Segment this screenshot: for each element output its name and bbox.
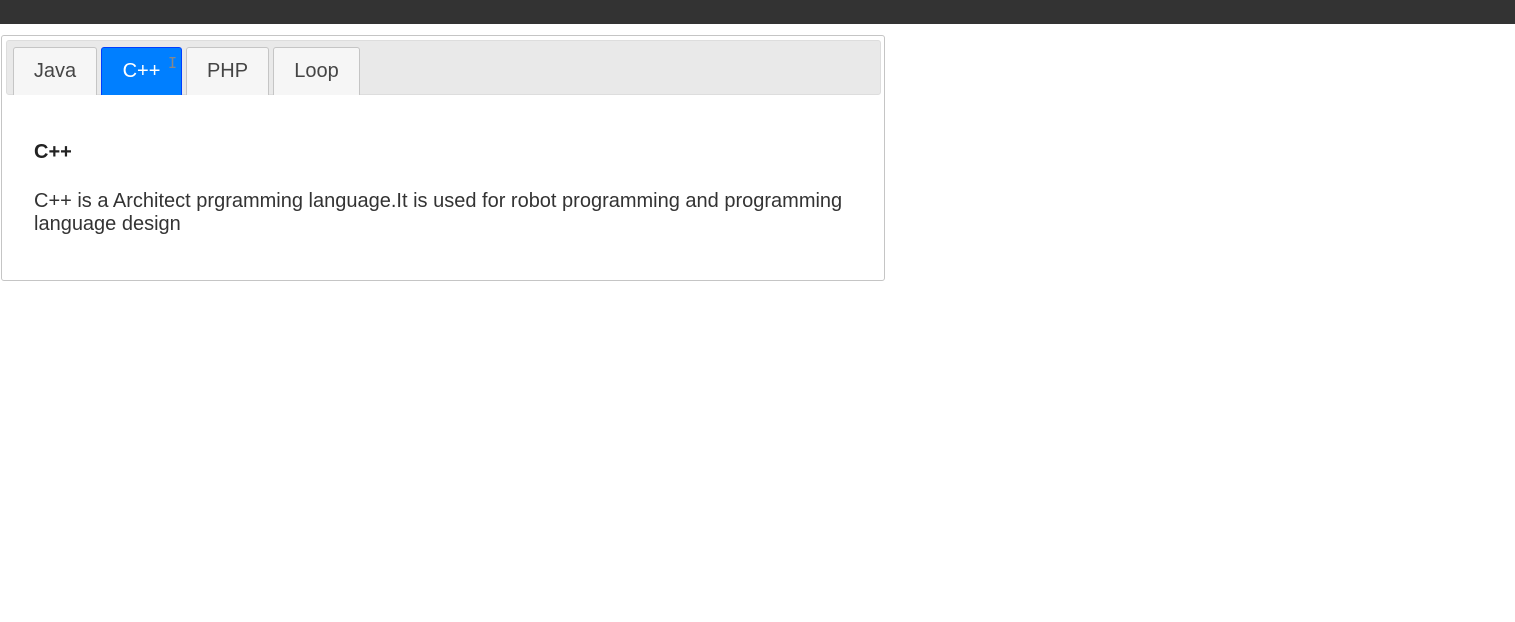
tab-panel-cpp: C++ C++ is a Architect prgramming langua… (34, 140, 854, 236)
browser-top-bar (0, 0, 1515, 24)
text-cursor-icon: I (168, 54, 178, 72)
panel-body-text: C++ is a Architect prgramming language.I… (34, 190, 843, 235)
tab-nav-bar: Java C++ PHP Loop (6, 40, 881, 95)
tab-java[interactable]: Java (13, 47, 97, 95)
tab-loop[interactable]: Loop (273, 47, 360, 95)
tab-php[interactable]: PHP (186, 47, 269, 95)
panel-title: C++ (34, 141, 72, 163)
tabs-widget: Java C++ PHP Loop C++ C++ is a Architect… (1, 35, 885, 281)
